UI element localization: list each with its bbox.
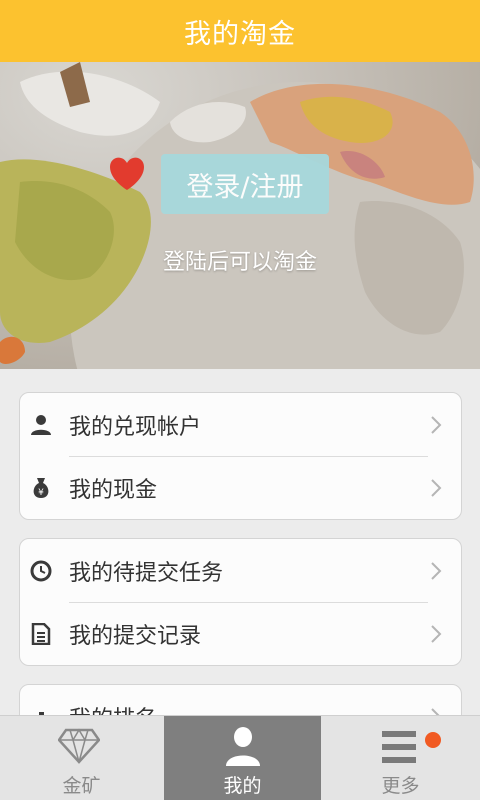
globe-background-image bbox=[0, 62, 480, 369]
menu-lines-icon bbox=[382, 731, 416, 763]
document-icon bbox=[31, 623, 51, 645]
menu-group-tasks: 我的待提交任务 我的提交记录 bbox=[19, 538, 462, 666]
menu-item-label: 我的提交记录 bbox=[69, 623, 202, 649]
chevron-right-icon bbox=[431, 625, 442, 643]
money-bag-icon: ¥ bbox=[33, 478, 49, 498]
tab-label: 我的 bbox=[223, 775, 262, 797]
tab-gold-mine[interactable]: 金矿 bbox=[0, 716, 163, 800]
chevron-right-icon bbox=[431, 479, 442, 497]
page-title: 我的淘金 bbox=[184, 18, 296, 50]
user-icon bbox=[31, 415, 51, 435]
clock-icon bbox=[30, 560, 52, 582]
title-bar: 我的淘金 bbox=[0, 0, 480, 62]
hero-banner: 登录/注册 登陆后可以淘金 bbox=[0, 62, 480, 369]
chevron-right-icon bbox=[431, 562, 442, 580]
menu-item-label: 我的待提交任务 bbox=[69, 560, 224, 586]
tab-mine[interactable]: 我的 bbox=[164, 716, 321, 800]
menu-item-account[interactable]: 我的兑现帐户 bbox=[20, 393, 461, 456]
tab-label: 金矿 bbox=[62, 775, 101, 797]
menu-item-label: 我的现金 bbox=[69, 477, 158, 503]
tab-more[interactable]: 更多 bbox=[321, 716, 480, 800]
login-register-button[interactable]: 登录/注册 bbox=[161, 154, 329, 214]
notification-badge bbox=[425, 732, 441, 748]
svg-text:¥: ¥ bbox=[38, 488, 44, 498]
login-hint-text: 登陆后可以淘金 bbox=[162, 250, 317, 275]
menu-group-account: 我的兑现帐户 ¥ 我的现金 bbox=[19, 392, 462, 520]
menu-item-cash[interactable]: ¥ 我的现金 bbox=[20, 456, 461, 519]
chevron-right-icon bbox=[431, 416, 442, 434]
diamond-icon bbox=[58, 728, 100, 764]
bottom-tab-bar: 金矿 我的 更多 bbox=[0, 715, 480, 800]
menu-item-submit-records[interactable]: 我的提交记录 bbox=[20, 602, 461, 665]
tab-label: 更多 bbox=[381, 775, 420, 797]
menu-item-label: 我的兑现帐户 bbox=[69, 414, 202, 440]
menu-item-pending-tasks[interactable]: 我的待提交任务 bbox=[20, 539, 461, 602]
person-icon bbox=[226, 727, 260, 766]
app-screen: 我的淘金 登录/注册 登陆后可以淘金 我的兑现帐户 ¥ 我的现金 我的待提交任务… bbox=[0, 0, 480, 800]
